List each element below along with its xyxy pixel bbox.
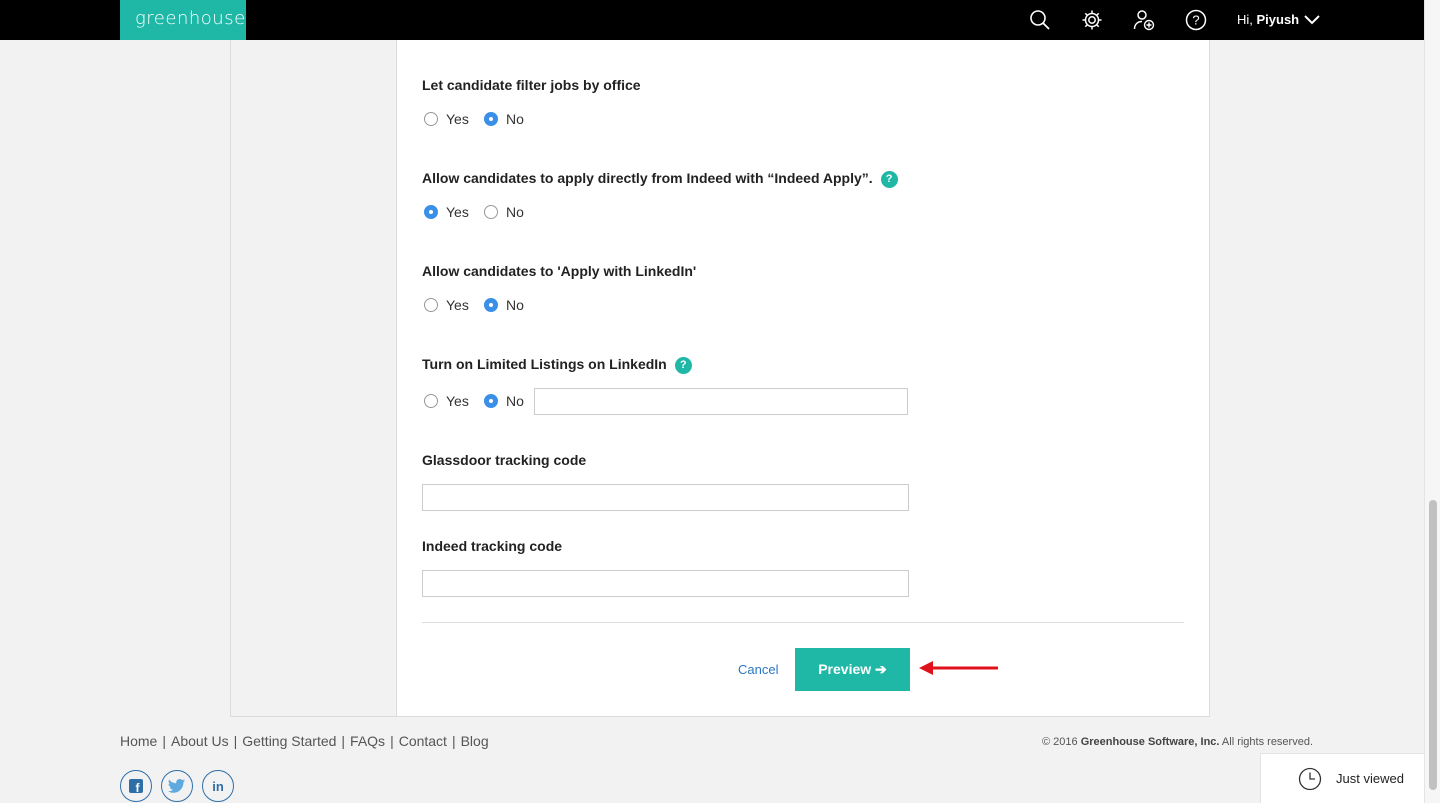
radio-button[interactable]: [424, 394, 438, 408]
linkedin-icon[interactable]: in: [202, 770, 234, 802]
search-icon[interactable]: [1029, 9, 1051, 31]
facebook-icon[interactable]: f: [120, 770, 152, 802]
linkedin-apply-no-radio[interactable]: No: [484, 297, 524, 313]
radio-label: Yes: [446, 111, 469, 127]
radio-button-selected[interactable]: [484, 394, 498, 408]
footer-link-home[interactable]: Home: [120, 733, 157, 749]
user-name: Piyush: [1256, 12, 1300, 27]
help-icon[interactable]: ?: [674, 356, 692, 374]
separator: |: [233, 733, 238, 749]
page-scrollbar[interactable]: [1424, 0, 1440, 803]
indeed-tracking-input[interactable]: [422, 570, 909, 597]
form-divider: [422, 622, 1184, 623]
add-user-icon[interactable]: [1133, 9, 1155, 31]
radio-button-selected[interactable]: [424, 205, 438, 219]
radio-button[interactable]: [424, 112, 438, 126]
separator: |: [390, 733, 394, 749]
preview-button[interactable]: Preview ➔: [795, 648, 910, 691]
scrollbar-thumb[interactable]: [1429, 500, 1437, 790]
linkedin-apply-label: Allow candidates to 'Apply with LinkedIn…: [422, 263, 697, 279]
glassdoor-tracking-input[interactable]: [422, 484, 909, 511]
radio-button-selected[interactable]: [484, 112, 498, 126]
filter-office-no-radio[interactable]: No: [484, 111, 524, 127]
filter-office-yes-radio[interactable]: Yes: [424, 111, 469, 127]
greenhouse-logo[interactable]: greenhouse: [120, 0, 246, 40]
separator: |: [162, 733, 166, 749]
settings-card: [396, 40, 1210, 717]
limited-listings-input[interactable]: [534, 388, 908, 415]
copyright: © 2016 Greenhouse Software, Inc. All rig…: [1042, 736, 1313, 748]
separator: |: [341, 733, 346, 749]
radio-label: Yes: [446, 393, 469, 409]
copyright-suffix: All rights reserved.: [1219, 736, 1314, 748]
top-navigation-bar: greenhouse ? Hi, Piyush: [0, 0, 1424, 40]
radio-button[interactable]: [424, 298, 438, 312]
indeed-tracking-label: Indeed tracking code: [422, 538, 563, 554]
indeed-apply-label: Allow candidates to apply directly from …: [422, 170, 898, 188]
indeed-apply-text: Allow candidates to apply directly from …: [422, 170, 873, 186]
linkedin-text: in: [212, 778, 224, 794]
radio-label: Yes: [446, 297, 469, 313]
limited-listings-label: Turn on Limited Listings on LinkedIn?: [422, 356, 692, 374]
cancel-link[interactable]: Cancel: [738, 662, 778, 677]
radio-label: No: [506, 393, 524, 409]
filter-office-label: Let candidate filter jobs by office: [422, 77, 641, 93]
copyright-company: Greenhouse Software, Inc.: [1080, 736, 1220, 748]
linkedin-apply-yes-radio[interactable]: Yes: [424, 297, 469, 313]
limited-listings-yes-radio[interactable]: Yes: [424, 393, 469, 409]
glassdoor-label: Glassdoor tracking code: [422, 452, 587, 468]
indeed-apply-yes-radio[interactable]: Yes: [424, 204, 469, 220]
footer-link-about-us[interactable]: About Us: [171, 733, 229, 749]
gear-icon[interactable]: [1081, 9, 1103, 31]
radio-label: No: [506, 111, 524, 127]
footer-link-getting-started[interactable]: Getting Started: [242, 733, 336, 749]
help-icon[interactable]: ?: [1185, 9, 1207, 31]
radio-button[interactable]: [484, 205, 498, 219]
radio-label: Yes: [446, 204, 469, 220]
indeed-apply-no-radio[interactable]: No: [484, 204, 524, 220]
limited-listings-text: Turn on Limited Listings on LinkedIn: [422, 356, 667, 372]
separator: |: [451, 733, 456, 749]
radio-button-selected[interactable]: [484, 298, 498, 312]
copyright-prefix: © 2016: [1042, 736, 1081, 748]
footer-links: Home | About Us | Getting Started | FAQs | Conta…: [120, 733, 489, 749]
greeting-prefix: Hi,: [1237, 12, 1257, 27]
footer-link-blog[interactable]: Blog: [461, 733, 489, 749]
chevron-down-icon[interactable]: [1304, 13, 1320, 25]
footer-link-contact[interactable]: Contact: [399, 733, 447, 749]
footer-link-faqs[interactable]: FAQs: [350, 733, 385, 749]
just-viewed-label: Just viewed: [1336, 771, 1404, 786]
clock-icon: [1298, 767, 1322, 791]
user-greeting[interactable]: Hi, Piyush: [1237, 12, 1299, 27]
limited-listings-no-radio[interactable]: No: [484, 393, 524, 409]
radio-label: No: [506, 204, 524, 220]
twitter-icon[interactable]: [161, 770, 193, 802]
radio-label: No: [506, 297, 524, 313]
svg-text:?: ?: [1192, 13, 1199, 28]
help-icon[interactable]: ?: [880, 170, 898, 188]
annotation-arrow-icon: [918, 659, 1000, 677]
just-viewed-panel[interactable]: Just viewed: [1260, 753, 1424, 803]
